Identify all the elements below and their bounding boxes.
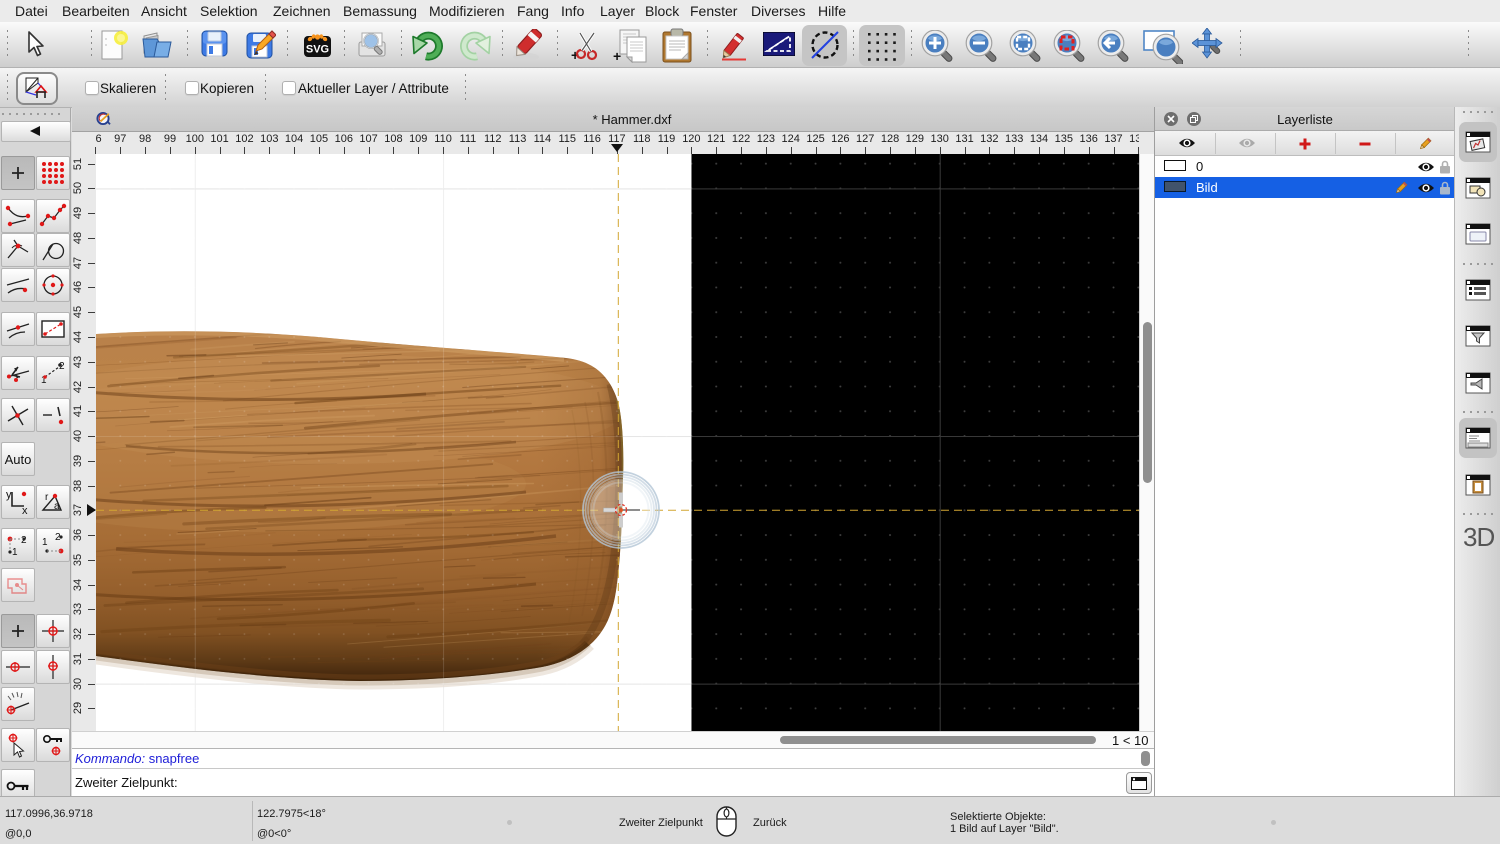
- svg-text:SVG: SVG: [306, 44, 329, 56]
- svg-text:x: x: [22, 505, 28, 516]
- svg-text:1: 1: [12, 547, 18, 558]
- svg-text:y: y: [6, 489, 12, 501]
- svg-text:a: a: [54, 501, 60, 512]
- svg-text:1: 1: [42, 537, 48, 548]
- svg-text:r: r: [45, 492, 49, 503]
